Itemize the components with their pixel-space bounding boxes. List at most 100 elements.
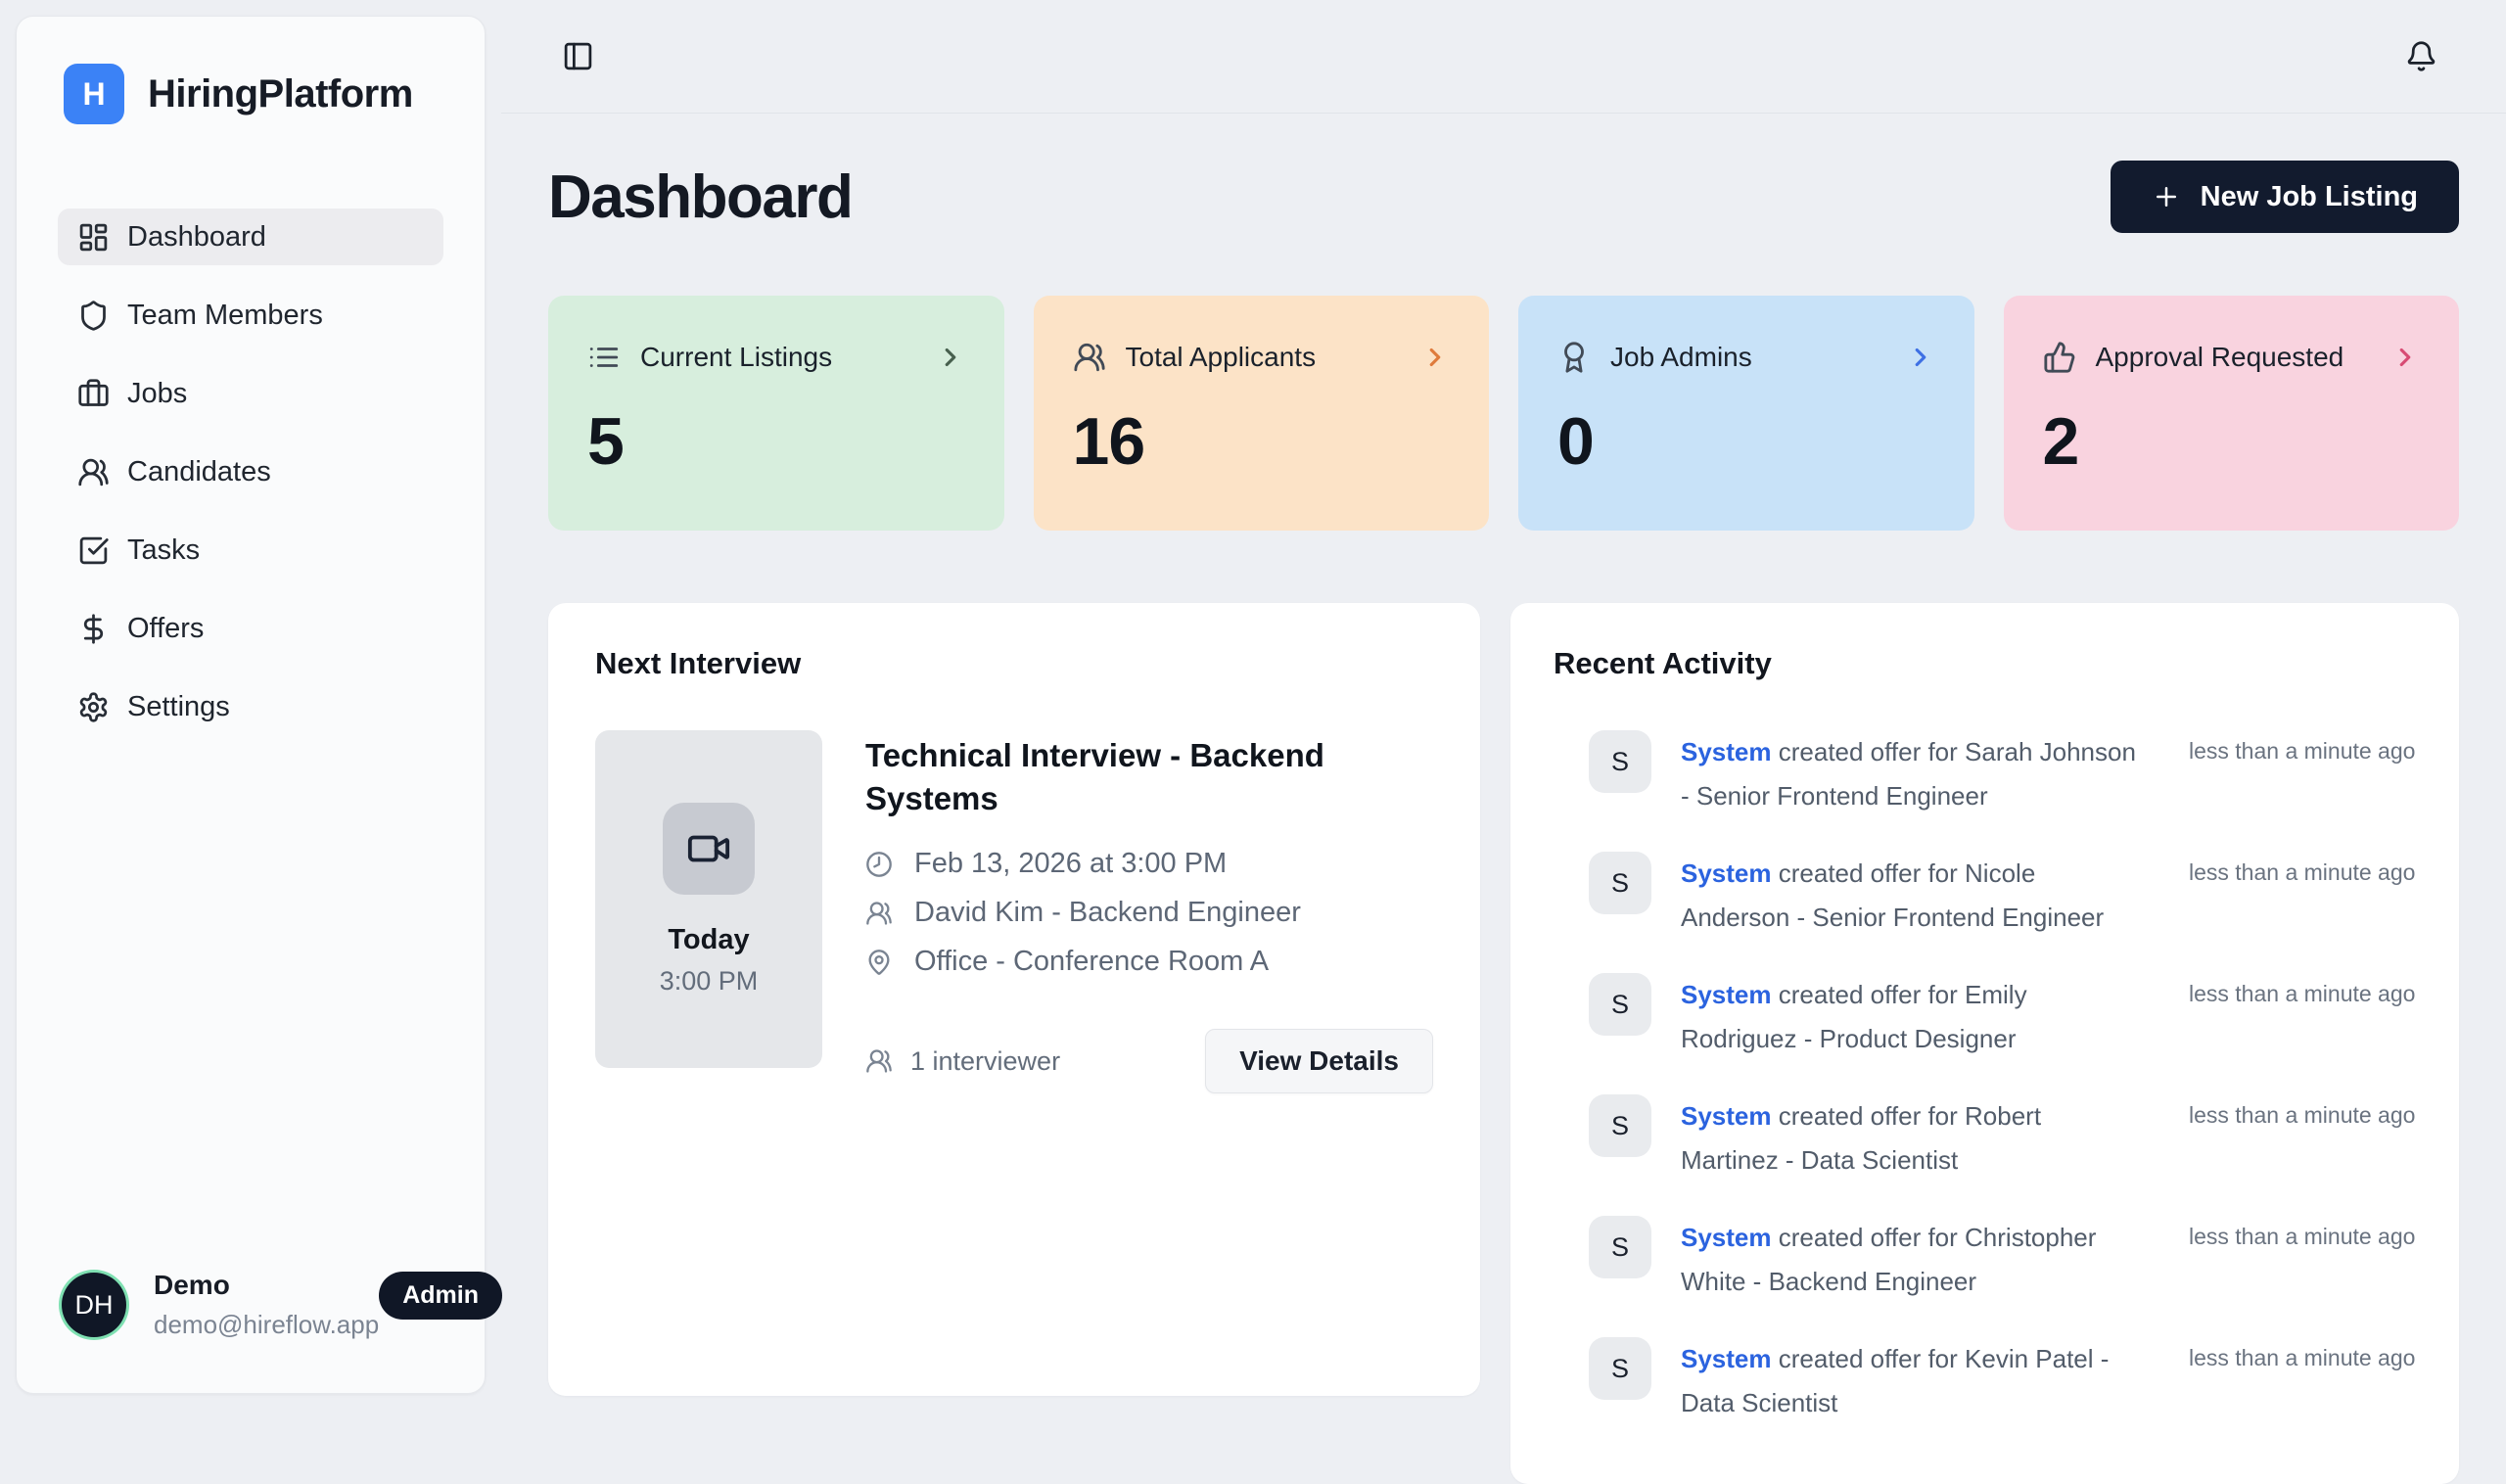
interview-time: 3:00 PM [660,966,759,997]
users-icon [1073,341,1106,374]
activity-timestamp: less than a minute ago [2189,973,2416,1007]
stat-label: Total Applicants [1126,342,1317,373]
sidebar-item-settings[interactable]: Settings [58,678,443,735]
thumbs-up-icon [2043,341,2076,374]
next-interview-title: Next Interview [595,646,1433,681]
chevron-right-icon [1906,343,1935,372]
activity-text: System created offer for Robert Martinez… [1681,1094,2169,1183]
app-name: HiringPlatform [148,72,413,116]
sidebar: H HiringPlatform Dashboard Team Members … [16,16,486,1394]
activity-timestamp: less than a minute ago [2189,852,2416,886]
sidebar-item-dashboard[interactable]: Dashboard [58,209,443,265]
chevron-right-icon [2390,343,2420,372]
activity-avatar: S [1589,730,1651,793]
chevron-right-icon [936,343,965,372]
stat-value: 16 [1073,403,1451,480]
clock-icon [865,851,893,878]
list-icon [587,341,621,374]
dollar-icon [77,613,110,645]
briefcase-icon [77,378,110,410]
stat-label: Current Listings [640,342,832,373]
notifications-button[interactable] [2405,40,2437,72]
activity-list: S System created offer for Sarah Johnson… [1554,730,2416,1425]
sidebar-item-label: Offers [127,613,204,645]
activity-avatar: S [1589,852,1651,914]
avatar-initials: DH [75,1290,114,1321]
activity-actor: System [1681,980,1772,1009]
video-icon-tile [663,803,755,895]
activity-item: S System created offer for Emily Rodrigu… [1589,973,2416,1061]
activity-text: System created offer for Christopher Whi… [1681,1216,2169,1304]
sidebar-toggle-button[interactable] [562,40,594,72]
activity-timestamp: less than a minute ago [2189,730,2416,765]
activity-text: System created offer for Sarah Johnson -… [1681,730,2169,818]
dashboard-icon [77,221,110,254]
sidebar-item-label: Jobs [127,378,187,410]
activity-item: S System created offer for Nicole Anders… [1589,852,2416,940]
activity-actor: System [1681,858,1772,888]
interview-location-row: Office - Conference Room A [865,946,1433,978]
user-info: Demo demo@hireflow.app [154,1270,379,1340]
sidebar-item-label: Tasks [127,534,200,567]
activity-avatar: S [1589,973,1651,1036]
gear-icon [77,691,110,723]
sidebar-item-jobs[interactable]: Jobs [58,365,443,422]
activity-avatar: S [1589,1337,1651,1400]
interview-day: Today [668,924,749,956]
interview-datetime-row: Feb 13, 2026 at 3:00 PM [865,848,1433,880]
shield-icon [77,300,110,332]
users-icon [865,900,893,927]
app-logo: H [64,64,124,124]
sidebar-item-label: Settings [127,691,230,723]
sidebar-item-candidates[interactable]: Candidates [58,443,443,500]
interview-candidate: David Kim - Backend Engineer [914,897,1301,929]
activity-actor: System [1681,1223,1772,1252]
activity-actor: System [1681,1101,1772,1131]
stat-card-current-listings[interactable]: Current Listings 5 [548,296,1004,531]
sidebar-item-team-members[interactable]: Team Members [58,287,443,344]
bottom-panels: Next Interview Today 3:00 PM Technical I… [548,603,2459,1484]
check-square-icon [77,534,110,567]
plus-icon [2152,182,2181,211]
interview-datetime: Feb 13, 2026 at 3:00 PM [914,848,1227,880]
activity-text: System created offer for Kevin Patel - D… [1681,1337,2169,1425]
activity-text: System created offer for Emily Rodriguez… [1681,973,2169,1061]
sidebar-item-tasks[interactable]: Tasks [58,522,443,579]
user-email: demo@hireflow.app [154,1310,379,1340]
interview-candidate-row: David Kim - Backend Engineer [865,897,1433,929]
users-icon [865,1047,893,1075]
video-icon [686,826,731,871]
recent-activity-title: Recent Activity [1554,646,2416,681]
bell-icon [2405,40,2437,72]
stat-card-approval-requested[interactable]: Approval Requested 2 [2004,296,2460,531]
activity-timestamp: less than a minute ago [2189,1216,2416,1250]
sidebar-item-offers[interactable]: Offers [58,600,443,657]
stat-value: 2 [2043,403,2421,480]
interviewer-count: 1 interviewer [865,1046,1060,1077]
interview-info: Technical Interview - Backend Systems Fe… [865,730,1433,1093]
activity-item: S System created offer for Kevin Patel -… [1589,1337,2416,1425]
next-interview-panel: Next Interview Today 3:00 PM Technical I… [548,603,1480,1396]
page-content: Dashboard New Job Listing Current Listin… [501,161,2506,1484]
sidebar-item-label: Dashboard [127,221,266,254]
role-badge: Admin [379,1272,502,1320]
activity-timestamp: less than a minute ago [2189,1337,2416,1371]
chevron-right-icon [1420,343,1450,372]
stat-card-job-admins[interactable]: Job Admins 0 [1518,296,1974,531]
interview-thumbnail: Today 3:00 PM [595,730,822,1068]
user-menu[interactable]: DH Demo demo@hireflow.app Admin [17,1270,485,1393]
recent-activity-panel: Recent Activity S System created offer f… [1510,603,2459,1484]
main-area: Dashboard New Job Listing Current Listin… [501,0,2506,1410]
app-logo-letter: H [82,76,105,113]
view-details-button[interactable]: View Details [1205,1029,1433,1093]
stat-card-total-applicants[interactable]: Total Applicants 16 [1034,296,1490,531]
activity-item: S System created offer for Sarah Johnson… [1589,730,2416,818]
sidebar-item-label: Team Members [127,300,323,332]
stat-label: Approval Requested [2096,342,2344,373]
sidebar-item-label: Candidates [127,456,271,488]
new-job-listing-button[interactable]: New Job Listing [2111,161,2459,233]
panel-left-icon [562,40,594,72]
topbar [501,0,2506,114]
page-title: Dashboard [548,162,852,232]
avatar: DH [62,1273,126,1337]
